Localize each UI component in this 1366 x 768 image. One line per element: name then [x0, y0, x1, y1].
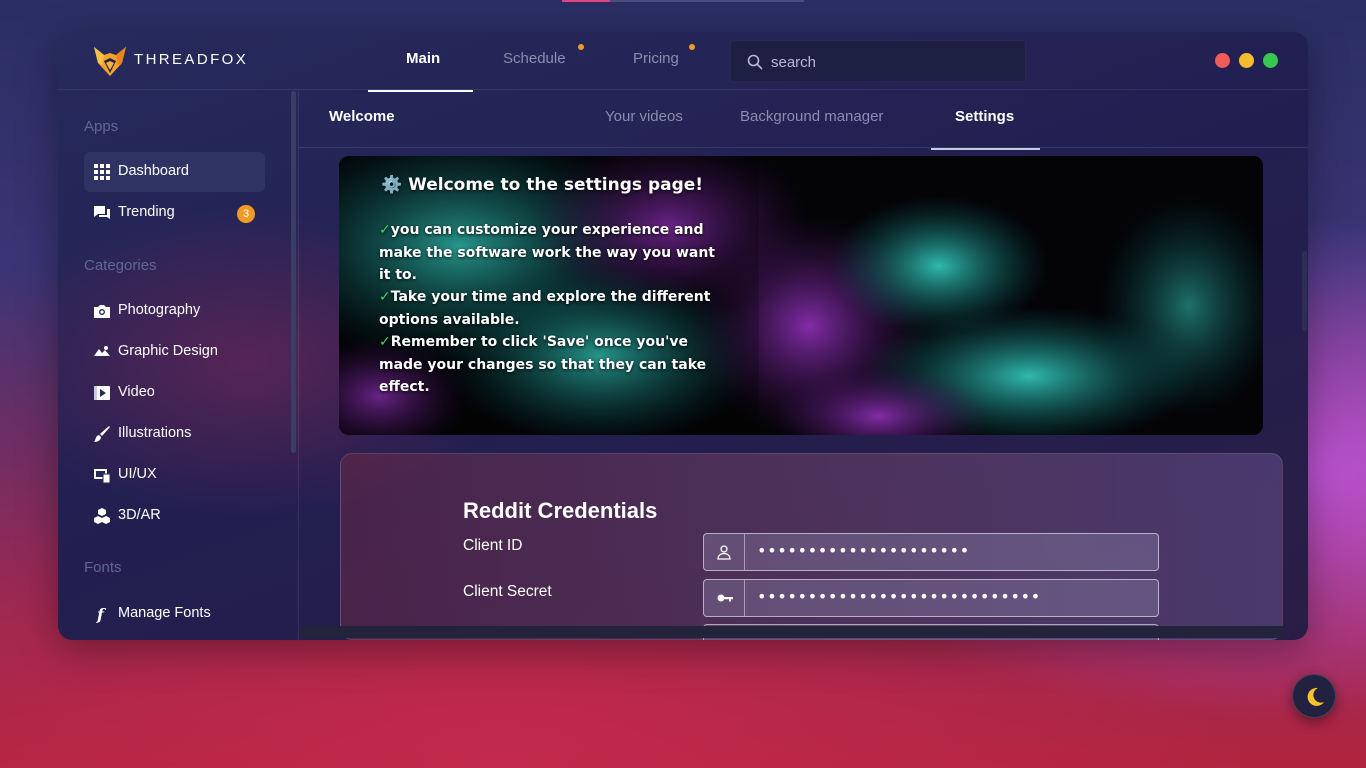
- palette-icon: [94, 346, 110, 356]
- grid-icon: [94, 164, 110, 180]
- video-icon: [94, 386, 110, 400]
- sidebar-item-3d-ar[interactable]: 3D/AR: [84, 496, 265, 536]
- tab-pricing[interactable]: Pricing: [633, 50, 679, 67]
- sidebar-item-manage-fonts[interactable]: f Manage Fonts: [84, 594, 265, 634]
- banner-tip-text: Remember to click 'Save' once you've mad…: [379, 334, 707, 395]
- settings-subtabs: Welcome Your videos Background manager S…: [299, 91, 1308, 150]
- sidebar-item-label: 3D/AR: [118, 507, 161, 523]
- client-id-value: •••••••••••••••••••••: [757, 541, 970, 560]
- night-mode-toggle[interactable]: [1292, 674, 1336, 718]
- section-label-fonts: Fonts: [84, 559, 122, 576]
- section-label-apps: Apps: [84, 118, 119, 135]
- minimize-window-button[interactable]: [1239, 53, 1254, 68]
- sidebar-item-label: Trending: [118, 204, 175, 220]
- sidebar-scrollbar[interactable]: [291, 91, 296, 453]
- top-edge-indicator: [562, 0, 804, 2]
- reddit-credentials-card: Reddit Credentials Client ID •••••••••••…: [340, 453, 1283, 640]
- sidebar-item-video[interactable]: Video: [84, 373, 265, 413]
- brush-icon: [94, 426, 110, 442]
- app-window: THREADFOX Main Schedule Pricing Apps: [58, 32, 1308, 640]
- content-horizontal-scrollbar[interactable]: [299, 626, 1283, 638]
- subtab-your-videos[interactable]: Your videos: [605, 108, 683, 125]
- chat-icon: [94, 206, 110, 219]
- ui-icon: [94, 469, 111, 484]
- sidebar: Apps Dashboard Trending 3 Categories Pho…: [58, 91, 298, 640]
- content-vertical-scrollbar[interactable]: [1302, 251, 1307, 331]
- client-id-label: Client ID: [463, 537, 523, 554]
- check-icon: ✓: [379, 222, 391, 238]
- camera-icon: [94, 305, 110, 318]
- banner-tip-3: ✓Remember to click 'Save' once you've ma…: [379, 331, 719, 399]
- sidebar-item-label: Photography: [118, 302, 201, 318]
- sidebar-item-label: Dashboard: [118, 163, 189, 179]
- svg-text:f: f: [96, 605, 107, 623]
- sidebar-item-photography[interactable]: Photography: [84, 291, 265, 331]
- search-icon: [747, 54, 763, 70]
- top-bar: THREADFOX Main Schedule Pricing: [58, 32, 1308, 92]
- card-title: Reddit Credentials: [463, 498, 658, 523]
- sidebar-item-label: Video: [118, 384, 155, 400]
- sidebar-item-illustrations[interactable]: Illustrations: [84, 414, 265, 454]
- sidebar-item-label: UI/UX: [118, 466, 157, 482]
- font-icon: f: [96, 605, 107, 623]
- main-content: Welcome Your videos Background manager S…: [298, 91, 1308, 640]
- banner-tip-text: Take your time and explore the different…: [379, 289, 711, 328]
- sidebar-item-graphic-design[interactable]: Graphic Design: [84, 332, 265, 372]
- close-window-button[interactable]: [1215, 53, 1230, 68]
- client-id-addon: [704, 534, 745, 570]
- client-secret-label: Client Secret: [463, 583, 552, 600]
- client-id-field[interactable]: •••••••••••••••••••••: [703, 533, 1159, 571]
- tab-schedule[interactable]: Schedule: [503, 50, 566, 67]
- subtab-settings[interactable]: Settings: [955, 108, 1014, 125]
- app-name: THREADFOX: [134, 51, 249, 68]
- key-icon: [717, 594, 733, 602]
- trending-count-badge: 3: [237, 205, 255, 223]
- cubes-icon: [94, 508, 110, 524]
- moon-icon: [1307, 687, 1324, 706]
- sidebar-item-label: Graphic Design: [118, 343, 218, 359]
- active-subtab-indicator: [931, 148, 1040, 150]
- search-input[interactable]: [771, 51, 1011, 73]
- fox-logo-icon: [94, 47, 126, 76]
- top-edge-indicator-accent: [562, 0, 610, 2]
- check-icon: ✓: [379, 289, 391, 305]
- banner-title: ⚙️ Welcome to the settings page!: [381, 175, 704, 195]
- sidebar-item-label: Manage Fonts: [118, 605, 211, 621]
- sidebar-item-label: Illustrations: [118, 425, 192, 441]
- banner-tip-1: ✓you can customize your experience and m…: [379, 219, 719, 287]
- tab-main[interactable]: Main: [406, 50, 440, 67]
- subtab-background-manager[interactable]: Background manager: [740, 108, 883, 125]
- sidebar-item-dashboard[interactable]: Dashboard: [84, 152, 265, 192]
- client-secret-value: ••••••••••••••••••••••••••••: [757, 587, 1041, 606]
- client-secret-field[interactable]: ••••••••••••••••••••••••••••: [703, 579, 1159, 617]
- pricing-notification-dot: [689, 44, 695, 50]
- search-box[interactable]: [730, 40, 1026, 82]
- subtab-welcome[interactable]: Welcome: [329, 108, 395, 125]
- client-secret-addon: [704, 580, 745, 616]
- banner-tip-text: you can customize your experience and ma…: [379, 222, 715, 283]
- check-icon: ✓: [379, 334, 391, 350]
- sidebar-item-trending[interactable]: Trending 3: [84, 193, 265, 233]
- banner-tip-2: ✓Take your time and explore the differen…: [379, 286, 719, 331]
- user-icon: [717, 545, 731, 560]
- section-label-categories: Categories: [84, 257, 157, 274]
- sidebar-item-ui-ux[interactable]: UI/UX: [84, 455, 265, 495]
- settings-welcome-banner: ⚙️ Welcome to the settings page! ✓you ca…: [339, 156, 1263, 435]
- schedule-notification-dot: [578, 44, 584, 50]
- maximize-window-button[interactable]: [1263, 53, 1278, 68]
